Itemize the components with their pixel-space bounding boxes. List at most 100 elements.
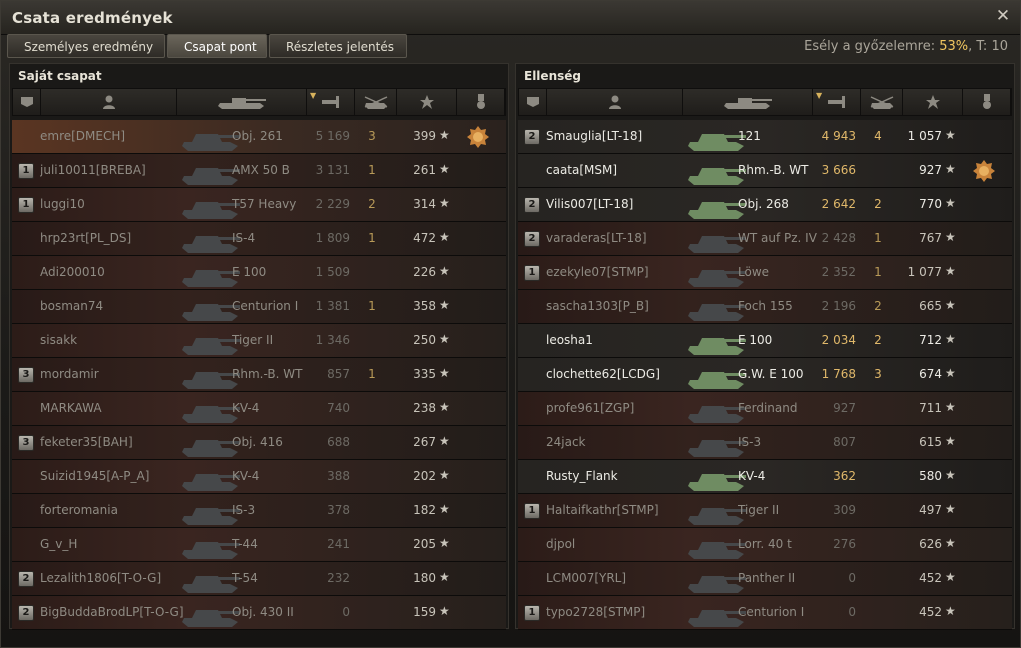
damage-value: 378 (327, 503, 350, 517)
tank-column-icon[interactable] (177, 89, 307, 115)
player-row[interactable]: 2 BigBuddaBrodLP[T-O-G] Obj. 430 II 0 159 ★ (12, 596, 506, 630)
player-row[interactable]: bosman74 Centurion I1 381 1 358 ★ (12, 290, 506, 324)
tab-detailed-report[interactable]: Részletes jelentés (269, 34, 407, 58)
star-icon: ★ (945, 264, 956, 278)
score-column-icon[interactable] (903, 89, 963, 115)
win-chance: Esély a győzelemre: 53%, T: 10 (804, 39, 1008, 54)
platoon-column-icon[interactable] (13, 89, 41, 115)
player-row[interactable]: clochette62[LCDG] G.W. E 100 1 768 3 674 ★ (518, 358, 1012, 392)
score-value: 674 (919, 367, 942, 381)
medal-icon (972, 159, 996, 183)
player-row[interactable]: 2 Vilis007[LT-18] Obj. 268 2 642 2 770 ★ (518, 188, 1012, 222)
kills-value: 1 (368, 163, 376, 177)
player-name: sascha1303[P_B] (546, 299, 649, 313)
damage-column-icon[interactable]: ▼ (813, 89, 861, 115)
score-value: 238 (413, 401, 436, 415)
score-value: 1 077 (907, 265, 942, 279)
enemy-team-list: 2 Smauglia[LT-18] 121 4 943 4 1 057 ★ caata[MSM… (518, 120, 1012, 630)
score-column-icon[interactable] (397, 89, 457, 115)
star-icon: ★ (945, 128, 956, 142)
platoon-column-icon[interactable] (519, 89, 547, 115)
player-column-icon[interactable] (41, 89, 177, 115)
star-icon: ★ (945, 502, 956, 516)
platoon-badge-icon: 3 (18, 367, 34, 383)
score-value: 452 (919, 605, 942, 619)
score-value: 226 (413, 265, 436, 279)
player-name: forteromania (40, 503, 118, 517)
kills-value: 1 (368, 231, 376, 245)
score-value: 182 (413, 503, 436, 517)
medal-column-icon[interactable] (963, 89, 1011, 115)
tank-column-icon[interactable] (683, 89, 813, 115)
player-name: clochette62[LCDG] (546, 367, 660, 381)
player-row[interactable]: Adi200010 E 100 1 509 226 ★ (12, 256, 506, 290)
close-icon[interactable]: ✕ (994, 7, 1012, 25)
player-row[interactable]: forteromania IS-3 378 182 ★ (12, 494, 506, 528)
star-icon: ★ (945, 536, 956, 550)
score-value: 615 (919, 435, 942, 449)
win-chance-percent: 53% (939, 39, 969, 54)
player-row[interactable]: emre[DMECH] Obj. 261 5 169 3 399 ★ (12, 120, 506, 154)
star-icon: ★ (439, 332, 450, 346)
player-row[interactable]: MARKAWA KV-4 740 238 ★ (12, 392, 506, 426)
player-row[interactable]: djpol Lorr. 40 t 276 626 ★ (518, 528, 1012, 562)
score-value: 665 (919, 299, 942, 313)
kills-value: 2 (368, 197, 376, 211)
player-row[interactable]: 1 juli10011[BREBA] AMX 50 B3 131 1 261 ★ (12, 154, 506, 188)
kills-value: 1 (874, 231, 882, 245)
score-value: 580 (919, 469, 942, 483)
player-row[interactable]: 1 ezekyle07[STMP] Löwe 2 352 1 1 077 ★ (518, 256, 1012, 290)
kills-value: 2 (874, 299, 882, 313)
damage-value: 927 (833, 401, 856, 415)
score-value: 626 (919, 537, 942, 551)
player-row[interactable]: Suizid1945[A-P_A] KV-4 388 202 ★ (12, 460, 506, 494)
damage-column-icon[interactable]: ▼ (307, 89, 355, 115)
star-icon: ★ (945, 332, 956, 346)
own-team-title: Saját csapat (18, 69, 102, 83)
damage-value: 807 (833, 435, 856, 449)
player-name: bosman74 (40, 299, 104, 313)
player-row[interactable]: caata[MSM] Rhm.-B. WT 3 666 927 ★ (518, 154, 1012, 188)
damage-value: 740 (327, 401, 350, 415)
star-icon: ★ (439, 468, 450, 482)
score-value: 399 (413, 129, 436, 143)
player-row[interactable]: sisakk Tiger II 1 346 250 ★ (12, 324, 506, 358)
player-row[interactable]: 1 Haltaifkathr[STMP] Tiger II 309 497 ★ (518, 494, 1012, 528)
player-name: hrp23rt[PL_DS] (40, 231, 132, 245)
player-row[interactable]: 3 feketer35[BAH] Obj. 416 688 267 ★ (12, 426, 506, 460)
player-row[interactable]: 2 Smauglia[LT-18] 121 4 943 4 1 057 ★ (518, 120, 1012, 154)
kills-column-icon[interactable] (355, 89, 397, 115)
player-column-icon[interactable] (547, 89, 683, 115)
score-value: 261 (413, 163, 436, 177)
damage-value: 2 229 (315, 197, 350, 211)
tab-team-score[interactable]: Csapat pont (167, 34, 267, 58)
player-row[interactable]: 1 typo2728[STMP] Centurion I 0 452 ★ (518, 596, 1012, 630)
medal-column-icon[interactable] (457, 89, 505, 115)
player-row[interactable]: leosha1 E 100 2 034 2 712 ★ (518, 324, 1012, 358)
player-name: feketer35[BAH] (40, 435, 133, 449)
player-row[interactable]: G_v_H T-44 241 205 ★ (12, 528, 506, 562)
score-value: 205 (413, 537, 436, 551)
enemy-team-panel: Ellenség ▼ 2 Smauglia[LT-18] 121 4 943 4 1 05… (515, 63, 1015, 630)
star-icon: ★ (439, 570, 450, 584)
player-row[interactable]: 3 mordamir Rhm.-B. WT 857 1 335 ★ (12, 358, 506, 392)
player-row[interactable]: Rusty_Flank KV-4 362 580 ★ (518, 460, 1012, 494)
score-value: 770 (919, 197, 942, 211)
player-row[interactable]: 24jack IS-3 807 615 ★ (518, 426, 1012, 460)
player-name: ezekyle07[STMP] (546, 265, 649, 279)
player-row[interactable]: 1 luggi10 T57 Heavy 2 229 2 314 ★ (12, 188, 506, 222)
platoon-badge-icon: 2 (524, 129, 540, 145)
player-row[interactable]: profe961[ZGP] Ferdinand 927 711 ★ (518, 392, 1012, 426)
tab-personal-results[interactable]: Személyes eredmény (7, 34, 165, 58)
player-name: djpol (546, 537, 576, 551)
kills-value: 3 (368, 129, 376, 143)
kills-column-icon[interactable] (861, 89, 903, 115)
platoon-badge-icon: 1 (18, 163, 34, 179)
player-row[interactable]: hrp23rt[PL_DS] IS-4 1 809 1 472 ★ (12, 222, 506, 256)
player-row[interactable]: sascha1303[P_B] Foch 155 2 196 2 665 ★ (518, 290, 1012, 324)
player-row[interactable]: 2 varaderas[LT-18] WT auf Pz. IV 2 428 1 767 ★ (518, 222, 1012, 256)
damage-value: 362 (833, 469, 856, 483)
player-name: mordamir (40, 367, 99, 381)
player-row[interactable]: LCM007[YRL] Panther II 0 452 ★ (518, 562, 1012, 596)
player-row[interactable]: 2 Lezalith1806[T-O-G] T-54 232 180 ★ (12, 562, 506, 596)
